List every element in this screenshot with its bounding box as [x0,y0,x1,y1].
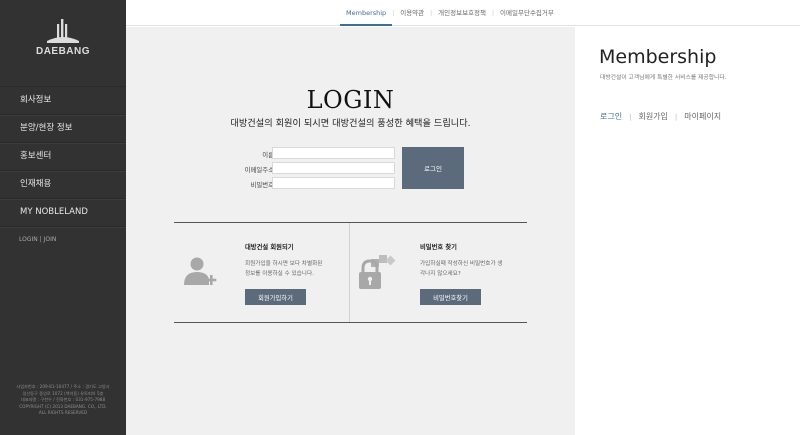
signup-desc-line: 정보를 이용하실 수 있습니다. [245,271,314,277]
user-add-icon [184,257,217,285]
signup-button[interactable]: 회원가입하기 [245,289,306,305]
top-nav: Membership | 이용약관 | 개인정보보호정책 | 이메일무단수집거부 [126,0,800,26]
auth-separator: | [39,236,42,243]
password-label: 비밀번호 [250,181,274,189]
signup-panel-desc: 회원가입을 하시면 보다 차별화된 정보를 이용하실 수 있습니다. [245,259,345,279]
email-input[interactable] [272,162,395,174]
membership-link-separator: | [674,112,678,121]
membership-desc: 대방건설이 고객님에게 특별한 서비스를 제공합니다. [600,75,727,81]
login-title: LOGIN [306,86,395,114]
membership-title: Membership [599,46,717,68]
sidebar-item-pr-center[interactable]: 홍보센터 [0,143,126,171]
membership-link-separator: | [629,112,632,121]
login-subtitle: 대방건설의 회원이 되시면 대방건설의 풍성한 혜택을 드립니다. [230,118,471,129]
signup-desc-line: 회원가입을 하시면 보다 차별화된 [245,261,323,267]
top-nav-links: Membership | 이용약관 | 개인정보보호정책 | 이메일무단수집거부 [340,0,560,26]
sidebar-item-recruitment[interactable]: 인재채용 [0,171,126,199]
membership-login-link[interactable]: 로그인 [600,111,622,122]
top-nav-email-refusal[interactable]: 이메일무단수집거부 [494,0,560,26]
password-input[interactable] [272,177,395,189]
sidebar-login-link[interactable]: LOGIN [19,236,38,243]
auth-links: LOGIN | JOIN [19,236,56,243]
password-desc-line: 가입하실때 작성하신 비밀번호가 생 [420,261,503,267]
panel-top-divider [174,222,527,223]
membership-links: 로그인 | 회원가입 | 마이페이지 [600,111,721,122]
footer-line: 사업자번호 : 209-81-10477 / 주소 : 경기도 고양시 [16,384,110,389]
top-nav-terms[interactable]: 이용약관 [394,0,430,26]
email-label: 이메일주소 [244,166,274,174]
membership-signup-link[interactable]: 회원가입 [638,111,667,122]
panel-bottom-divider [174,322,527,323]
main-content: LOGIN 대방건설의 회원이 되시면 대방건설의 풍성한 혜택을 드립니다. … [126,27,575,435]
signup-panel-title: 대방건설 회원되기 [245,244,294,251]
name-input[interactable] [272,147,395,159]
membership-mypage-link[interactable]: 마이페이지 [684,111,721,122]
password-desc-line: 각나지 않으세요? [420,271,461,277]
password-panel-desc: 가입하실때 작성하신 비밀번호가 생 각나지 않으세요? [420,259,530,279]
footer-line: COPYRIGHT (C) 2013 DAEBANG. CO., LTD. [19,403,107,409]
sidebar-item-company-info[interactable]: 회사정보 [0,87,126,115]
daebang-logo-icon [47,19,79,43]
top-nav-membership[interactable]: Membership [340,0,393,26]
top-nav-privacy-policy[interactable]: 개인정보보호정책 [432,0,492,26]
membership-panel: Membership 대방건설이 고객님에게 특별한 서비스를 제공합니다. 로… [575,27,800,435]
panel-center-divider [349,223,350,322]
sidebar-item-sales-site-info[interactable]: 분양/현장 정보 [0,115,126,143]
sidebar-item-my-nobleland[interactable]: MY NOBLELAND [0,199,126,227]
login-button[interactable]: 로그인 [402,147,464,189]
footer-line: 대표자명 : 구찬우 / 전화번호 : 031-975-7988 [20,397,106,403]
company-footer: 사업자번호 : 209-81-10477 / 주소 : 경기도 고양시 일산동구… [6,384,120,417]
password-panel-title: 비밀번호 찾기 [420,244,457,251]
name-label: 이름 [262,151,274,159]
lock-icon [359,255,396,289]
sidebar: DAEBANG 회사정보 분양/현장 정보 홍보센터 인재채용 MY NOBLE… [0,0,126,435]
footer-line: ALL RIGHTS RESERVED [38,410,88,416]
brand-logo[interactable]: DAEBANG [0,18,126,57]
sidebar-nav: 회사정보 분양/현장 정보 홍보센터 인재채용 MY NOBLELAND [0,86,126,227]
brand-name: DAEBANG [35,46,91,57]
sidebar-join-link[interactable]: JOIN [44,236,57,243]
find-password-button[interactable]: 비밀번호찾기 [420,289,481,305]
